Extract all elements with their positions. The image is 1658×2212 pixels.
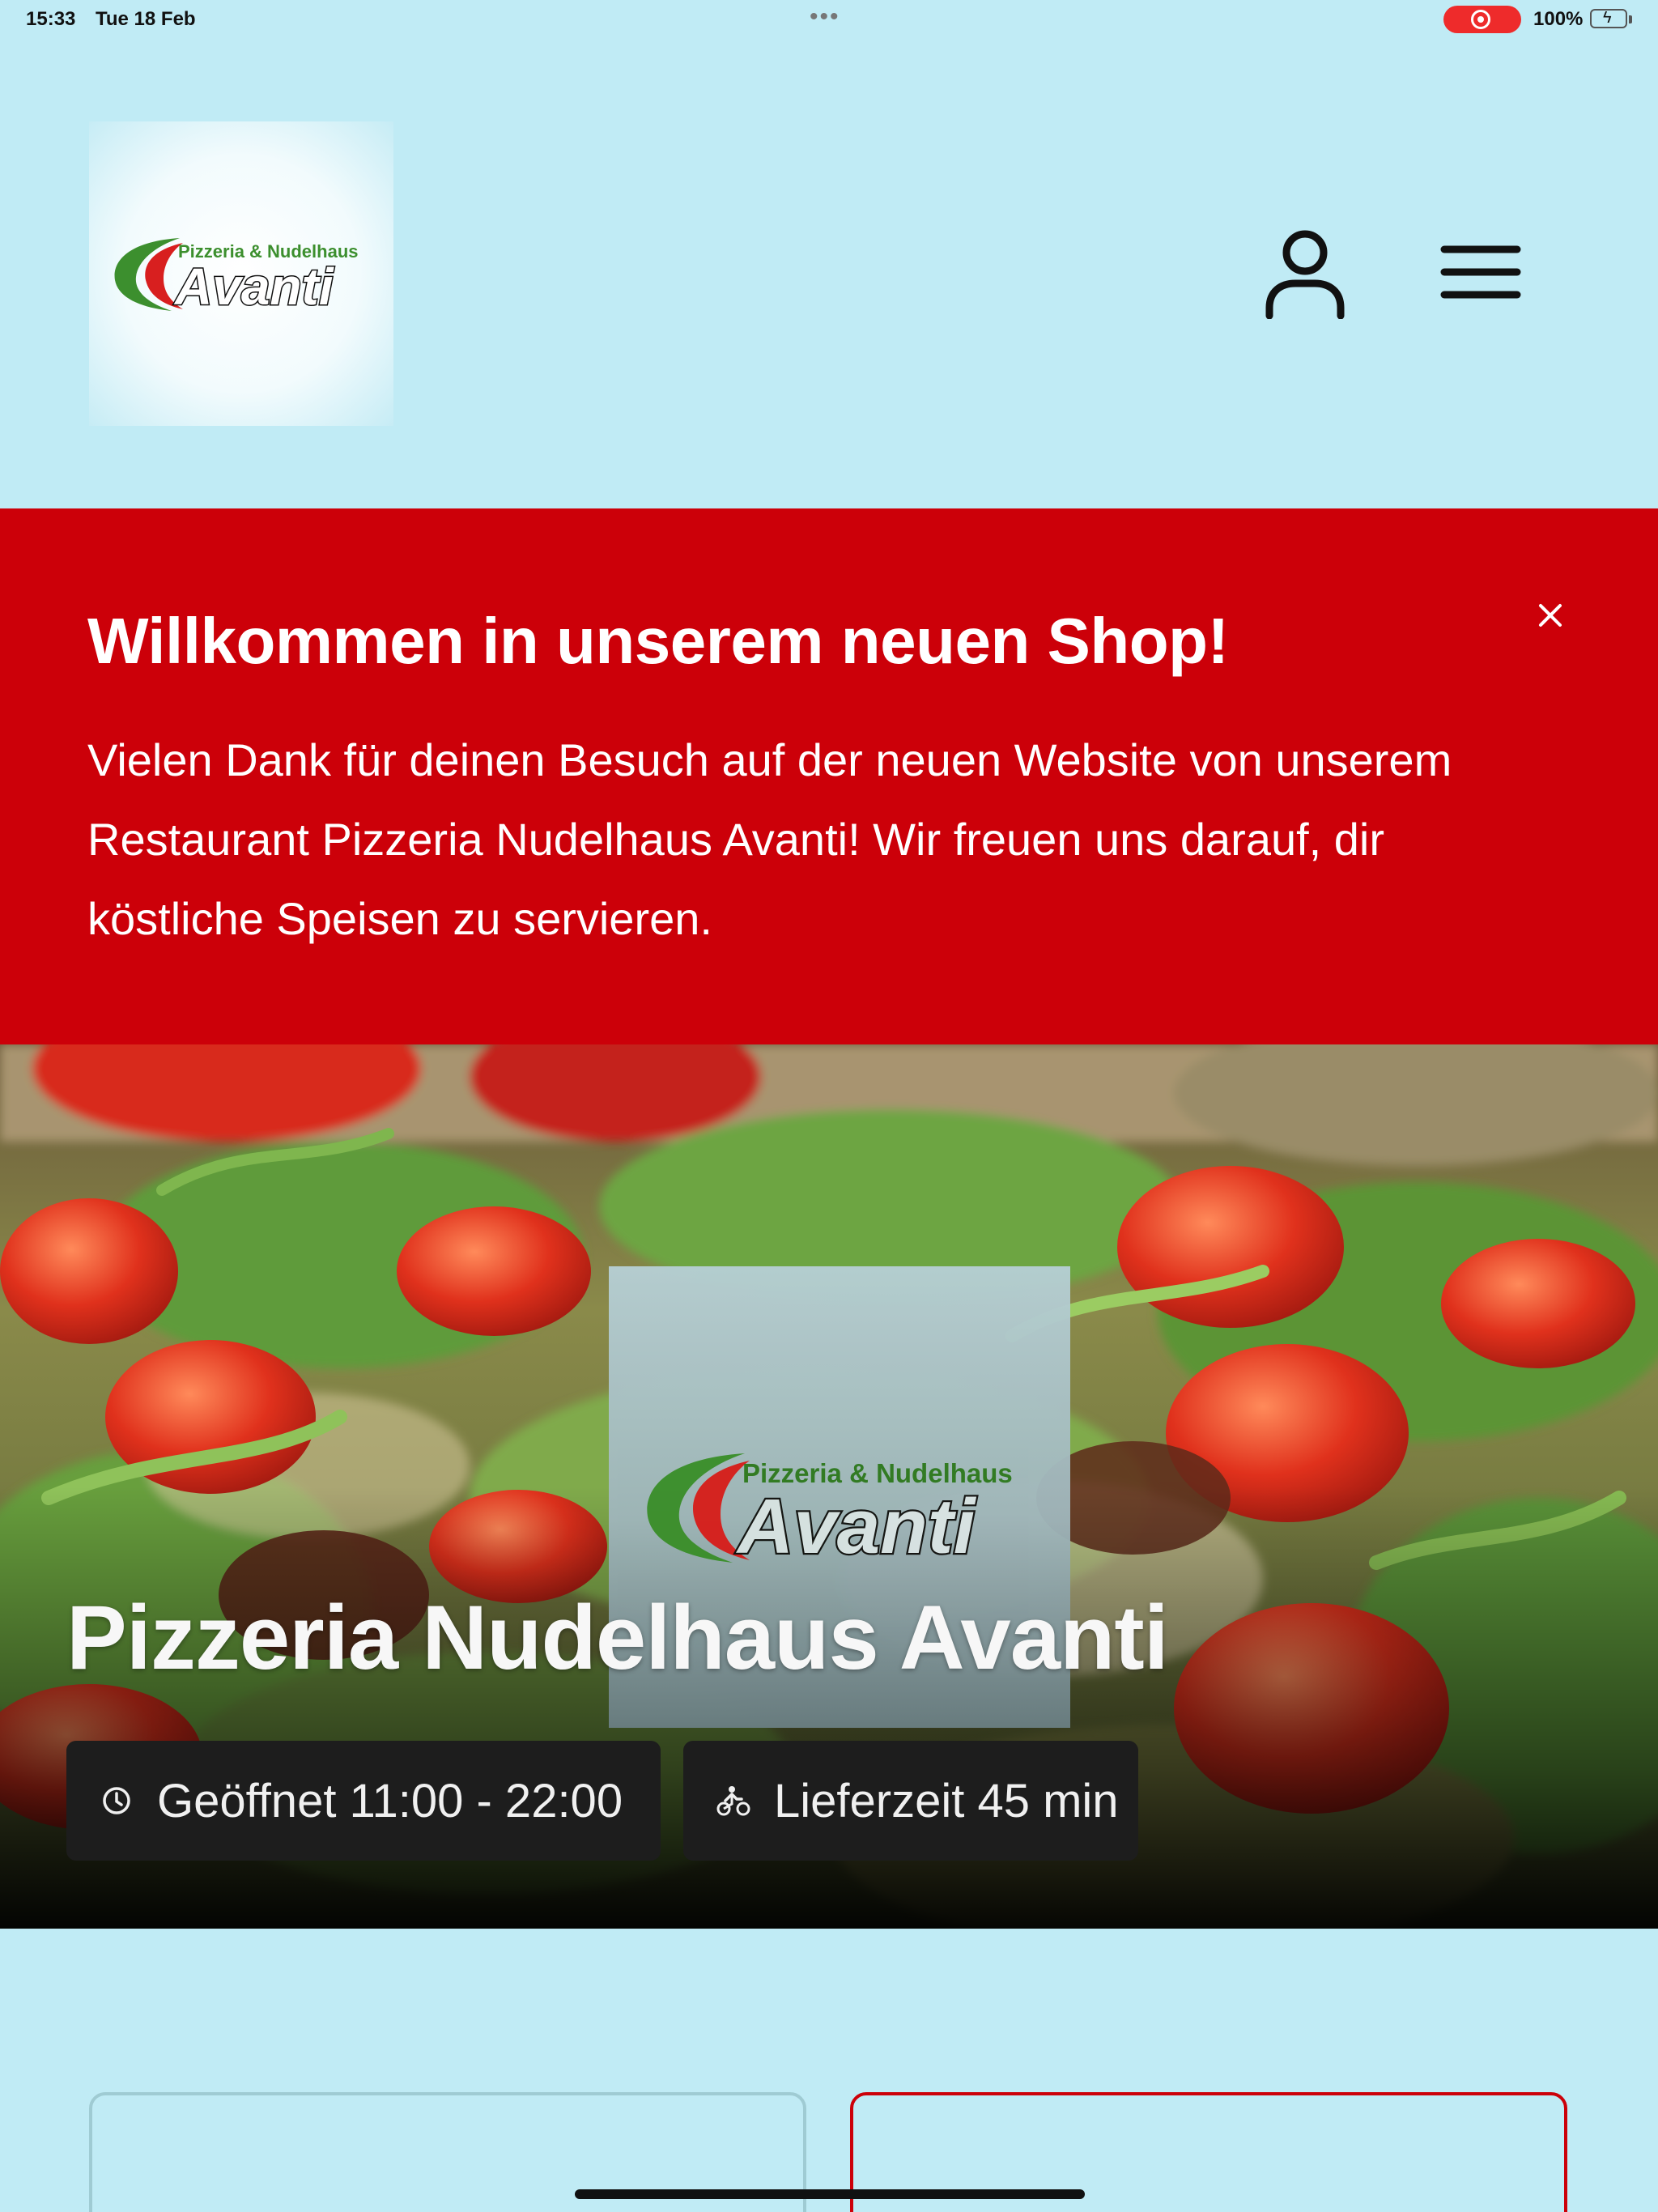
hero-section: Pizzeria & Nudelhaus Avanti Pizzeria Nud…: [0, 1044, 1658, 1929]
logo-name: Avanti: [736, 1483, 977, 1570]
status-date: Tue 18 Feb: [96, 8, 196, 30]
header-logo[interactable]: Pizzeria & Nudelhaus Avanti: [89, 121, 393, 426]
clock-icon: [103, 1787, 130, 1814]
banner-close-button[interactable]: [1534, 599, 1567, 632]
delivery-time-chip: Lieferzeit 45 min: [683, 1741, 1138, 1861]
close-icon: [1539, 604, 1562, 627]
avanti-logo: Pizzeria & Nudelhaus Avanti: [105, 227, 380, 324]
status-time: 15:33: [26, 8, 76, 30]
account-button[interactable]: [1263, 228, 1347, 320]
status-bar: 15:33 Tue 18 Feb ••• 100% ϟ: [0, 0, 1658, 39]
restaurant-name: Pizzeria Nudelhaus Avanti: [66, 1587, 1169, 1688]
bicycle-courier-icon: [716, 1786, 750, 1816]
banner-title: Willkommen in unserem neuen Shop!: [87, 605, 1229, 677]
opening-hours-text: Geöffnet 11:00 - 22:00: [157, 1774, 623, 1827]
logo-name: Avanti: [173, 257, 334, 316]
menu-button[interactable]: [1439, 243, 1524, 300]
opening-hours-chip: Geöffnet 11:00 - 22:00: [66, 1741, 661, 1861]
battery-icon: ϟ: [1590, 9, 1627, 28]
battery-percentage: 100%: [1533, 8, 1584, 30]
hamburger-menu-icon: [1440, 245, 1521, 299]
delivery-time-text: Lieferzeit 45 min: [774, 1774, 1119, 1827]
banner-text: Vielen Dank für deinen Besuch auf der ne…: [87, 734, 1452, 944]
welcome-banner: Willkommen in unserem neuen Shop! Vielen…: [0, 508, 1658, 1044]
user-icon: [1265, 230, 1345, 320]
home-indicator[interactable]: [575, 2189, 1085, 2199]
multitasking-dots-icon[interactable]: •••: [810, 3, 840, 31]
screen-recording-icon[interactable]: [1443, 6, 1521, 33]
avanti-logo: Pizzeria & Nudelhaus Avanti: [633, 1436, 1046, 1582]
